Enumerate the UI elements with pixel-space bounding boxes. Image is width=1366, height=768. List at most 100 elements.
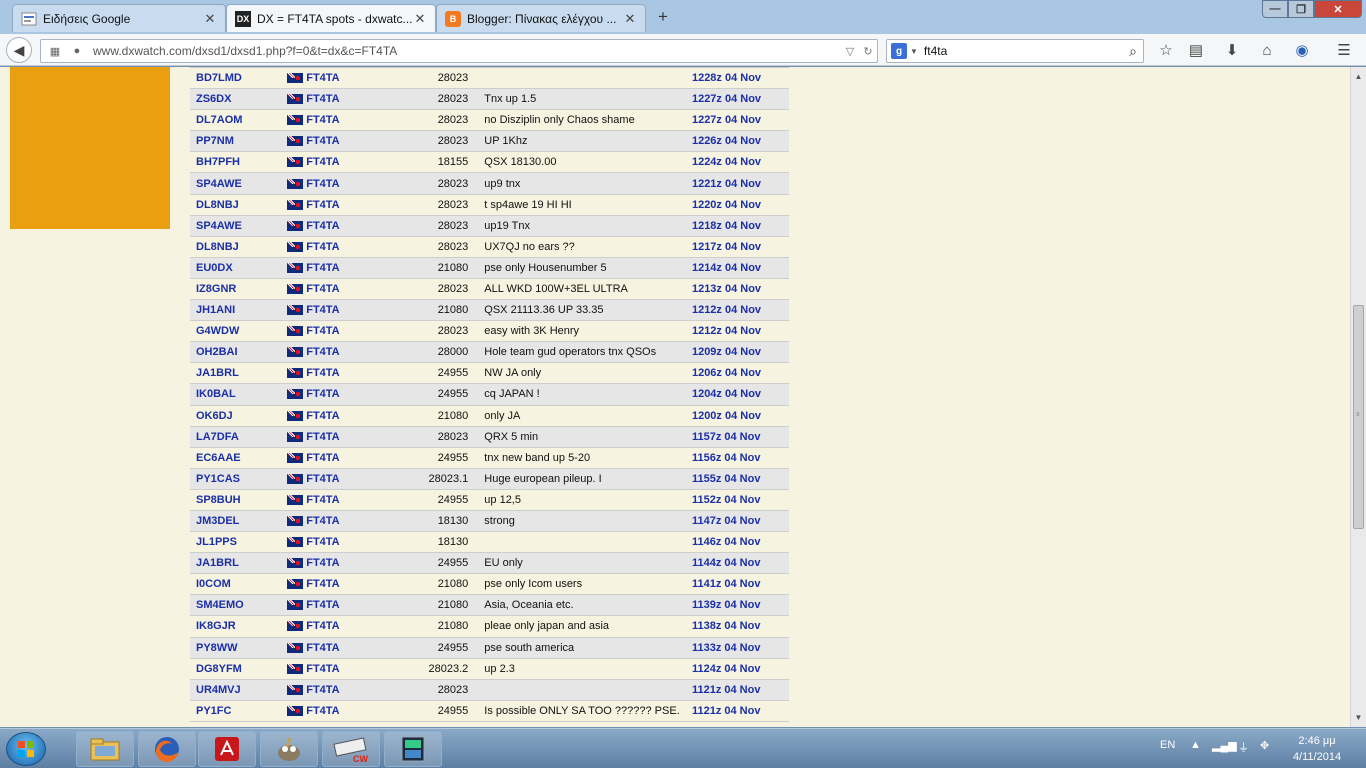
- taskbar-firefox[interactable]: [138, 731, 196, 767]
- spotter-callsign-link[interactable]: PP7NM: [190, 135, 287, 147]
- dx-callsign-link[interactable]: FT4TA: [306, 684, 384, 696]
- dx-callsign-link[interactable]: FT4TA: [306, 388, 384, 400]
- history-dropdown-icon[interactable]: ▽: [841, 45, 859, 58]
- bookmark-star-icon[interactable]: ☆: [1156, 41, 1176, 61]
- spotter-callsign-link[interactable]: SP8BUH: [190, 494, 287, 506]
- spot-time-link[interactable]: 1217z 04 Nov: [692, 241, 789, 253]
- spotter-callsign-link[interactable]: JL1PPS: [190, 536, 287, 548]
- spot-time-link[interactable]: 1141z 04 Nov: [692, 578, 789, 590]
- spotter-callsign-link[interactable]: DL8NBJ: [190, 241, 287, 253]
- dx-callsign-link[interactable]: FT4TA: [306, 494, 384, 506]
- spotter-callsign-link[interactable]: UR4MVJ: [190, 684, 287, 696]
- downloads-icon[interactable]: ⬇: [1222, 41, 1242, 61]
- spot-time-link[interactable]: 1221z 04 Nov: [692, 178, 789, 190]
- spot-time-link[interactable]: 1220z 04 Nov: [692, 199, 789, 211]
- google-engine-icon[interactable]: g: [891, 43, 907, 59]
- dx-callsign-link[interactable]: FT4TA: [306, 452, 384, 464]
- dx-callsign-link[interactable]: FT4TA: [306, 114, 384, 126]
- spotter-callsign-link[interactable]: G4WDW: [190, 325, 287, 337]
- dx-callsign-link[interactable]: FT4TA: [306, 642, 384, 654]
- reload-icon[interactable]: ↻: [859, 45, 877, 58]
- restore-button[interactable]: ❐: [1288, 0, 1314, 18]
- dx-callsign-link[interactable]: FT4TA: [306, 178, 384, 190]
- spotter-callsign-link[interactable]: IZ8GNR: [190, 283, 287, 295]
- engine-dropdown-icon[interactable]: ▼: [910, 47, 918, 56]
- power-plug-icon[interactable]: ⏚: [1238, 739, 1249, 755]
- menu-icon[interactable]: ☰: [1334, 41, 1354, 61]
- spotter-callsign-link[interactable]: LA7DFA: [190, 431, 287, 443]
- spot-time-link[interactable]: 1147z 04 Nov: [692, 515, 789, 527]
- dx-callsign-link[interactable]: FT4TA: [306, 515, 384, 527]
- spot-time-link[interactable]: 1213z 04 Nov: [692, 283, 789, 295]
- spotter-callsign-link[interactable]: DL7AOM: [190, 114, 287, 126]
- network-signal-icon[interactable]: ▂▄▆: [1212, 739, 1237, 752]
- dx-callsign-link[interactable]: FT4TA: [306, 325, 384, 337]
- dx-callsign-link[interactable]: FT4TA: [306, 620, 384, 632]
- spot-time-link[interactable]: 1214z 04 Nov: [692, 262, 789, 274]
- spotter-callsign-link[interactable]: JA1BRL: [190, 367, 287, 379]
- dx-callsign-link[interactable]: FT4TA: [306, 304, 384, 316]
- tab-dxwatch[interactable]: DX DX = FT4TA spots - dxwatc... ✕: [226, 4, 436, 32]
- spot-time-link[interactable]: 1212z 04 Nov: [692, 325, 789, 337]
- spot-time-link[interactable]: 1224z 04 Nov: [692, 156, 789, 168]
- dx-callsign-link[interactable]: FT4TA: [306, 705, 384, 717]
- home-icon[interactable]: ⌂: [1257, 41, 1277, 61]
- site-identity-icon[interactable]: ●: [69, 45, 85, 57]
- dx-callsign-link[interactable]: FT4TA: [306, 473, 384, 485]
- dx-callsign-link[interactable]: FT4TA: [306, 536, 384, 548]
- spotter-callsign-link[interactable]: SP4AWE: [190, 178, 287, 190]
- spotter-callsign-link[interactable]: JM3DEL: [190, 515, 287, 527]
- back-button[interactable]: ◀: [6, 37, 32, 63]
- spotter-callsign-link[interactable]: SM4EMO: [190, 599, 287, 611]
- spot-time-link[interactable]: 1155z 04 Nov: [692, 473, 789, 485]
- spot-time-link[interactable]: 1144z 04 Nov: [692, 557, 789, 569]
- dx-callsign-link[interactable]: FT4TA: [306, 663, 384, 675]
- tab-blogger[interactable]: B Blogger: Πίνακας ελέγχου ... ✕: [436, 4, 646, 32]
- spot-time-link[interactable]: 1121z 04 Nov: [692, 684, 789, 696]
- dx-callsign-link[interactable]: FT4TA: [306, 578, 384, 590]
- spotter-callsign-link[interactable]: BH7PFH: [190, 156, 287, 168]
- dx-callsign-link[interactable]: FT4TA: [306, 262, 384, 274]
- dx-callsign-link[interactable]: FT4TA: [306, 283, 384, 295]
- dx-callsign-link[interactable]: FT4TA: [306, 93, 384, 105]
- taskbar-terminal-app[interactable]: [384, 731, 442, 767]
- dx-callsign-link[interactable]: FT4TA: [306, 135, 384, 147]
- spotter-callsign-link[interactable]: I0COM: [190, 578, 287, 590]
- spot-time-link[interactable]: 1218z 04 Nov: [692, 220, 789, 232]
- spot-time-link[interactable]: 1212z 04 Nov: [692, 304, 789, 316]
- spot-time-link[interactable]: 1228z 04 Nov: [692, 72, 789, 84]
- dx-callsign-link[interactable]: FT4TA: [306, 156, 384, 168]
- show-hidden-icons-icon[interactable]: ▲: [1190, 739, 1201, 751]
- search-input[interactable]: [923, 44, 1123, 58]
- url-text[interactable]: www.dxwatch.com/dxsd1/dxsd1.php?f=0&t=dx…: [93, 44, 841, 58]
- spot-time-link[interactable]: 1133z 04 Nov: [692, 642, 789, 654]
- dx-callsign-link[interactable]: FT4TA: [306, 599, 384, 611]
- spotter-callsign-link[interactable]: PY1FC: [190, 705, 287, 717]
- spotter-callsign-link[interactable]: DL8NBJ: [190, 199, 287, 211]
- dx-callsign-link[interactable]: FT4TA: [306, 346, 384, 358]
- spot-time-link[interactable]: 1152z 04 Nov: [692, 494, 789, 506]
- scroll-up-icon[interactable]: ▲: [1351, 69, 1366, 84]
- close-tab-icon[interactable]: ✕: [623, 11, 637, 27]
- spotter-callsign-link[interactable]: SP4AWE: [190, 220, 287, 232]
- spotter-callsign-link[interactable]: JA1BRL: [190, 557, 287, 569]
- bookmarks-list-icon[interactable]: ▤: [1186, 41, 1206, 61]
- spot-time-link[interactable]: 1157z 04 Nov: [692, 431, 789, 443]
- dx-callsign-link[interactable]: FT4TA: [306, 557, 384, 569]
- spot-time-link[interactable]: 1204z 04 Nov: [692, 388, 789, 400]
- spot-time-link[interactable]: 1226z 04 Nov: [692, 135, 789, 147]
- start-button[interactable]: [6, 732, 46, 766]
- bookmarks-grid-icon[interactable]: ▦: [47, 45, 63, 58]
- taskbar-explorer[interactable]: [76, 731, 134, 767]
- spot-time-link[interactable]: 1121z 04 Nov: [692, 705, 789, 717]
- tab-google-news[interactable]: Ειδήσεις Google ✕: [12, 4, 226, 32]
- language-indicator[interactable]: EN: [1160, 739, 1175, 751]
- close-tab-icon[interactable]: ✕: [203, 11, 217, 27]
- new-tab-button[interactable]: +: [652, 6, 674, 28]
- dx-callsign-link[interactable]: FT4TA: [306, 220, 384, 232]
- spot-time-link[interactable]: 1146z 04 Nov: [692, 536, 789, 548]
- spotter-callsign-link[interactable]: EC6AAE: [190, 452, 287, 464]
- scroll-down-icon[interactable]: ▼: [1351, 710, 1366, 725]
- taskbar-gimp[interactable]: [260, 731, 318, 767]
- search-icon[interactable]: ⌕: [1123, 43, 1143, 60]
